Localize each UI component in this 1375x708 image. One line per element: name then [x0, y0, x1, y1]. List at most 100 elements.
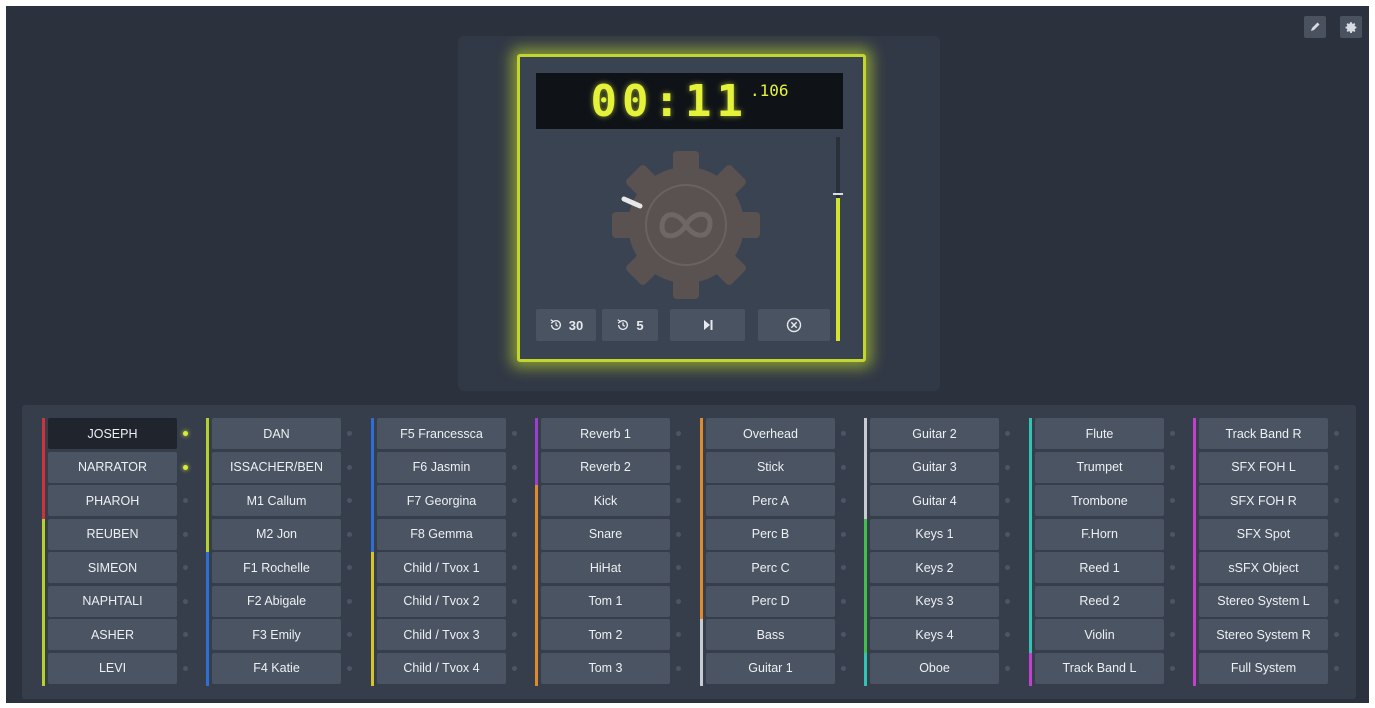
channel-color-bar — [1193, 619, 1196, 653]
channel-button[interactable]: Flute — [1035, 418, 1164, 449]
channel-button[interactable]: Child / Tvox 1 — [377, 552, 506, 583]
channel-color-bar — [1029, 652, 1032, 686]
channel-indicator — [676, 531, 681, 537]
channel-button[interactable]: F8 Gemma — [377, 518, 506, 550]
channel-button[interactable]: Guitar 4 — [870, 485, 999, 516]
channel-row: Child / Tvox 4 — [371, 652, 531, 686]
channel-button[interactable]: F4 Katie — [212, 652, 341, 684]
channel-button[interactable]: Perc C — [706, 552, 835, 583]
channel-indicator — [512, 464, 517, 470]
channel-indicator — [347, 665, 352, 671]
channel-button[interactable]: NARRATOR — [48, 451, 177, 483]
channel-button[interactable]: Trumpet — [1035, 451, 1164, 483]
skip-next-icon — [703, 320, 712, 330]
rewind-30-button[interactable]: 30 — [536, 309, 596, 341]
channel-button[interactable]: Kick — [541, 485, 670, 516]
channel-button[interactable]: Snare — [541, 518, 670, 550]
channel-button[interactable]: Reed 2 — [1035, 585, 1164, 617]
channel-button[interactable]: Child / Tvox 3 — [377, 619, 506, 650]
channel-button[interactable]: Bass — [706, 619, 835, 650]
channel-button[interactable]: Tom 2 — [541, 619, 670, 650]
channel-button[interactable]: F1 Rochelle — [212, 552, 341, 583]
gear-icon — [1345, 21, 1356, 33]
channel-button[interactable]: Trombone — [1035, 485, 1164, 516]
channel-button[interactable]: Child / Tvox 2 — [377, 585, 506, 617]
channel-button[interactable]: F2 Abigale — [212, 585, 341, 617]
channel-button[interactable]: Reed 1 — [1035, 552, 1164, 583]
channel-button[interactable]: Track Band R — [1199, 418, 1328, 449]
channel-column: DAN ISSACHER/BEN M1 Callum M2 Jon F1 Rochell… — [206, 418, 366, 686]
channel-button[interactable]: Keys 1 — [870, 518, 999, 550]
channel-button[interactable]: ASHER — [48, 619, 177, 650]
channel-button[interactable]: F3 Emily — [212, 619, 341, 650]
channel-indicator — [676, 665, 681, 671]
channel-button[interactable]: Reverb 1 — [541, 418, 670, 449]
channel-row: Perc D — [700, 585, 860, 619]
channel-button[interactable]: Keys 3 — [870, 585, 999, 617]
channel-button[interactable]: M1 Callum — [212, 485, 341, 516]
edit-button[interactable] — [1304, 16, 1326, 38]
channel-button[interactable]: SFX FOH R — [1199, 485, 1328, 516]
channel-color-bar — [700, 652, 703, 686]
channel-button[interactable]: Overhead — [706, 418, 835, 449]
channel-button[interactable]: REUBEN — [48, 518, 177, 550]
channel-button[interactable]: Keys 2 — [870, 552, 999, 583]
pencil-icon — [1311, 22, 1320, 31]
channel-button[interactable]: Tom 3 — [541, 652, 670, 684]
channel-button[interactable]: F5 Francessca — [377, 418, 506, 449]
channel-button[interactable]: Perc B — [706, 518, 835, 550]
channel-row: F6 Jasmin — [371, 451, 531, 485]
settings-button[interactable] — [1340, 16, 1362, 38]
channel-button[interactable]: Perc A — [706, 485, 835, 516]
channel-button[interactable]: Guitar 3 — [870, 451, 999, 483]
channel-indicator — [1334, 498, 1339, 503]
channel-indicator — [183, 665, 188, 671]
channel-button[interactable]: sSFX Object — [1199, 552, 1328, 583]
channel-color-bar — [42, 652, 45, 686]
channel-row: Track Band R — [1193, 418, 1353, 452]
channel-button[interactable]: ISSACHER/BEN — [212, 451, 341, 483]
channel-button[interactable]: HiHat — [541, 552, 670, 583]
channel-button[interactable]: LEVI — [48, 652, 177, 684]
channel-row: SFX FOH R — [1193, 485, 1353, 519]
channel-button[interactable]: M2 Jon — [212, 518, 341, 550]
channel-button[interactable]: NAPHTALI — [48, 585, 177, 617]
channel-button[interactable]: Reverb 2 — [541, 451, 670, 483]
channel-indicator — [512, 598, 517, 604]
channel-button[interactable]: Stick — [706, 451, 835, 483]
channel-row: Stereo System R — [1193, 619, 1353, 653]
channel-button[interactable]: Full System — [1199, 652, 1328, 684]
channel-button[interactable]: Child / Tvox 4 — [377, 652, 506, 684]
channel-button[interactable]: Keys 4 — [870, 619, 999, 650]
channel-button[interactable]: SFX FOH L — [1199, 451, 1328, 483]
channel-button[interactable]: F7 Georgina — [377, 485, 506, 516]
channel-button[interactable]: DAN — [212, 418, 341, 449]
channel-row: Perc B — [700, 518, 860, 552]
channel-button[interactable]: SIMEON — [48, 552, 177, 583]
channel-indicator — [1005, 498, 1010, 503]
channel-button[interactable]: Perc D — [706, 585, 835, 617]
rewind-5-button[interactable]: 5 — [602, 309, 658, 341]
stop-button[interactable] — [758, 309, 830, 341]
channel-button[interactable]: Oboe — [870, 652, 999, 684]
channel-button[interactable]: Stereo System R — [1199, 619, 1328, 650]
channel-button[interactable]: Stereo System L — [1199, 585, 1328, 617]
channel-row: SIMEON — [42, 552, 202, 586]
channel-button[interactable]: F6 Jasmin — [377, 451, 506, 483]
channel-button[interactable]: Tom 1 — [541, 585, 670, 617]
channel-button[interactable]: SFX Spot — [1199, 518, 1328, 550]
channel-color-bar — [864, 619, 867, 653]
channel-button[interactable]: Violin — [1035, 619, 1164, 650]
channel-indicator — [676, 598, 681, 604]
channel-button[interactable]: Guitar 1 — [706, 652, 835, 684]
channel-color-bar — [535, 418, 538, 452]
channel-button[interactable]: JOSEPH — [48, 418, 177, 449]
channel-color-bar — [206, 485, 209, 519]
playback-panel: 00:11 .106 30 5 — [517, 54, 866, 362]
channel-button[interactable]: PHAROH — [48, 485, 177, 516]
play-knob[interactable] — [606, 145, 766, 305]
channel-button[interactable]: F.Horn — [1035, 518, 1164, 550]
skip-button[interactable] — [670, 309, 745, 341]
channel-button[interactable]: Track Band L — [1035, 652, 1164, 684]
channel-button[interactable]: Guitar 2 — [870, 418, 999, 449]
